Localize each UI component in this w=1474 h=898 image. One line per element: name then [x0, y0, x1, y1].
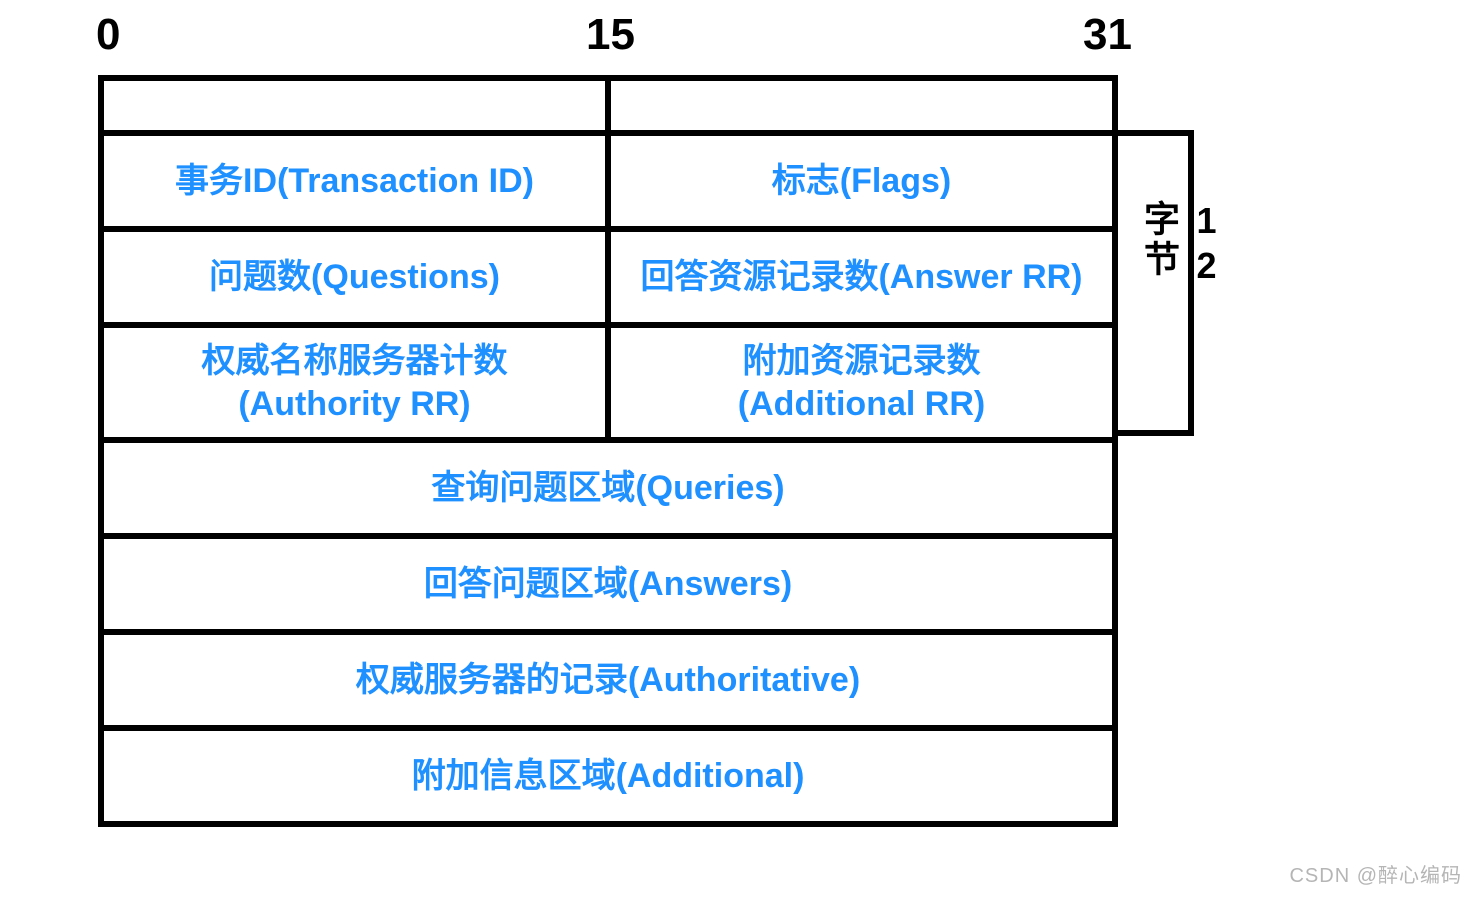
dns-packet-diagram: 0 15 31 事务ID(Transaction ID) 标志(Flags) 问… — [80, 10, 1390, 827]
field-questions: 问题数(Questions) — [104, 232, 605, 322]
field-answers: 回答问题区域(Answers) — [104, 539, 1112, 629]
field-additional-rr: 附加资源记录数 (Additional RR) — [605, 328, 1112, 437]
field-queries: 查询问题区域(Queries) — [104, 443, 1112, 533]
ruler-tick-0 — [98, 75, 104, 130]
field-transaction-id: 事务ID(Transaction ID) — [104, 136, 605, 226]
header-size-label: 12字节 — [1133, 200, 1227, 290]
table-row: 回答问题区域(Answers) — [104, 533, 1112, 629]
ruler-label-31: 31 — [1083, 10, 1132, 60]
field-label-line2: (Additional RR) — [738, 383, 985, 426]
table-row: 事务ID(Transaction ID) 标志(Flags) — [104, 136, 1112, 226]
field-label-line2: (Authority RR) — [238, 383, 470, 426]
table-row: 附加信息区域(Additional) — [104, 725, 1112, 821]
bracket-bottom-tick — [1118, 430, 1194, 436]
table-row: 权威名称服务器计数 (Authority RR) 附加资源记录数 (Additi… — [104, 322, 1112, 437]
table-row: 权威服务器的记录(Authoritative) — [104, 629, 1112, 725]
ruler-tick-15 — [605, 75, 611, 130]
packet-table: 事务ID(Transaction ID) 标志(Flags) 问题数(Quest… — [98, 130, 1118, 827]
field-flags: 标志(Flags) — [605, 136, 1112, 226]
table-row: 查询问题区域(Queries) — [104, 437, 1112, 533]
watermark-text: CSDN @醉心编码 — [1289, 859, 1462, 888]
ruler-label-15: 15 — [586, 10, 635, 60]
bit-ruler: 0 15 31 — [98, 10, 1118, 130]
field-label-line1: 权威名称服务器计数 — [202, 340, 508, 383]
ruler-tick-31 — [1112, 75, 1118, 130]
bracket-top-tick — [1118, 130, 1194, 136]
field-authoritative: 权威服务器的记录(Authoritative) — [104, 635, 1112, 725]
ruler-label-0: 0 — [96, 10, 120, 60]
table-row: 问题数(Questions) 回答资源记录数(Answer RR) — [104, 226, 1112, 322]
field-additional: 附加信息区域(Additional) — [104, 731, 1112, 821]
packet-layout: 事务ID(Transaction ID) 标志(Flags) 问题数(Quest… — [80, 130, 1390, 827]
field-authority-rr: 权威名称服务器计数 (Authority RR) — [104, 328, 605, 437]
field-label-line1: 附加资源记录数 — [743, 340, 981, 383]
field-answer-rr: 回答资源记录数(Answer RR) — [605, 232, 1112, 322]
